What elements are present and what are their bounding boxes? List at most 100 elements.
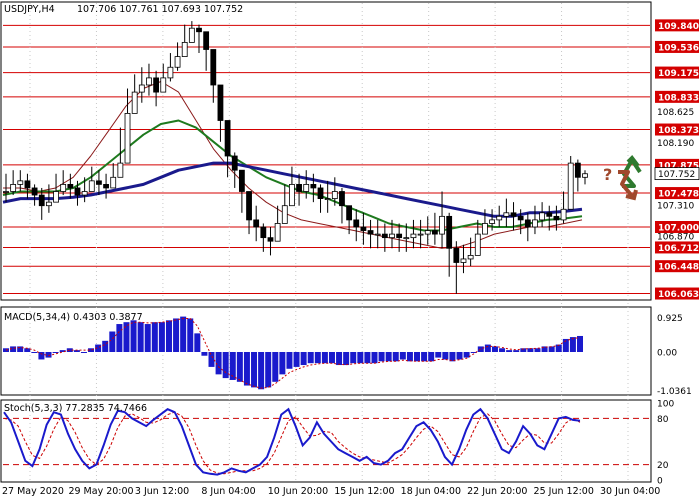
macd-bar [137, 322, 144, 352]
candle-body [124, 113, 131, 164]
candle-body [210, 49, 217, 86]
candle-body [203, 31, 210, 50]
candle-body [381, 233, 388, 239]
candle-body [296, 183, 302, 192]
macd-bar [300, 352, 307, 366]
macd-bar [321, 352, 328, 364]
macd-bar [477, 346, 484, 352]
price-tick-label: 106.870 [657, 233, 694, 243]
candle-body [81, 191, 88, 196]
candle-body [238, 169, 245, 192]
candle-body [389, 233, 395, 239]
candle-body [67, 183, 74, 189]
level-price-label: 109.840 [658, 22, 699, 32]
time-tick-label: 30 Jun 04:00 [600, 486, 660, 497]
candle-body [453, 247, 460, 263]
macd-bar [236, 352, 243, 382]
time-tick-label: 25 Jun 12:00 [534, 486, 594, 497]
candle-body [546, 212, 553, 217]
macd-bar [442, 352, 449, 360]
candle-body [317, 187, 324, 199]
candle-body [117, 162, 124, 178]
candle-body [424, 230, 431, 235]
candle-body [403, 237, 410, 240]
stoch-tick-label: 0 [657, 477, 663, 487]
macd-bar [293, 352, 300, 367]
level-price-label: 108.833 [658, 93, 699, 103]
macd-bar [187, 318, 194, 352]
candle-body [482, 223, 488, 235]
candle-body [188, 27, 195, 43]
candle-body [217, 84, 224, 121]
candle-body [410, 233, 417, 239]
time-tick-label: 18 Jun 04:00 [401, 486, 461, 497]
candle-body [88, 180, 95, 192]
candle-body [582, 173, 588, 178]
candle-body [53, 191, 59, 203]
candle-body [524, 219, 531, 228]
macd-bar [421, 352, 428, 362]
macd-bar [399, 352, 406, 360]
stoch-label: Stoch(5,3,3) 77.2835 74.7466 [4, 403, 147, 414]
macd-tick-label: 0.925 [657, 314, 683, 324]
candle-body [360, 226, 367, 231]
macd-bar [456, 352, 463, 360]
candle-body [110, 176, 117, 189]
macd-bar [38, 352, 45, 360]
macd-bar [428, 352, 435, 362]
level-price-label: 106.712 [658, 244, 699, 254]
macd-bar [109, 331, 116, 352]
macd-bar [208, 352, 215, 367]
macd-bar [506, 350, 513, 352]
macd-bar [158, 322, 165, 352]
candle-body [103, 183, 109, 189]
macd-tick-label: 0.00 [657, 349, 677, 359]
candle-body [496, 215, 503, 221]
price-axis-labels: 109.840 109.536 109.175 108.833 108.625 108.3… [654, 19, 700, 487]
candle-body [446, 215, 453, 249]
candle-body [181, 42, 188, 58]
macd-tick-label: -1.0361 [657, 387, 692, 397]
macd-bar [385, 352, 392, 362]
macd-bar [499, 348, 506, 352]
time-tick-label: 15 Jun 12:00 [334, 486, 394, 497]
candle-body [17, 180, 24, 185]
stoch-tick-label: 100 [657, 400, 674, 410]
macd-bar [371, 352, 378, 364]
level-price-label: 109.536 [658, 43, 699, 53]
macd-bar [577, 335, 583, 352]
price-tick-label: 108.625 [657, 108, 694, 118]
candle-body [324, 198, 331, 201]
macd-bar [173, 318, 180, 352]
candle-body [460, 258, 467, 263]
macd-bar [194, 333, 201, 352]
chart-header-ohlc: 107.706 107.761 107.693 107.752 [77, 4, 243, 15]
candle-body [539, 212, 546, 221]
time-tick-label: 8 Jun 04:00 [201, 486, 255, 497]
price-tick-label: 108.190 [657, 139, 694, 149]
level-price-label: 106.448 [658, 263, 699, 273]
candle-body [310, 183, 317, 189]
candle-body [231, 155, 238, 171]
candle-body [160, 77, 167, 93]
candle-body [196, 27, 202, 33]
candle-body [24, 180, 31, 189]
candle-body [253, 219, 260, 228]
macd-bar [336, 352, 343, 366]
candle-body [274, 223, 281, 242]
macd-bar [130, 320, 137, 352]
candle-body [417, 233, 424, 236]
candle-body [346, 205, 353, 221]
level-price-label: 107.478 [658, 190, 699, 200]
candle-body [146, 77, 152, 86]
level-price-label: 106.063 [658, 290, 699, 300]
candle-body [96, 180, 102, 185]
candle-body [396, 233, 403, 239]
candle-body [174, 56, 181, 68]
macd-bar [569, 337, 576, 352]
macd-bar [180, 316, 187, 352]
macd-bar [24, 348, 31, 352]
macd-bar [378, 352, 385, 362]
forex-chart: 109.840 109.536 109.175 108.833 108.625 108.3… [0, 1, 700, 497]
macd-bar [307, 352, 314, 364]
